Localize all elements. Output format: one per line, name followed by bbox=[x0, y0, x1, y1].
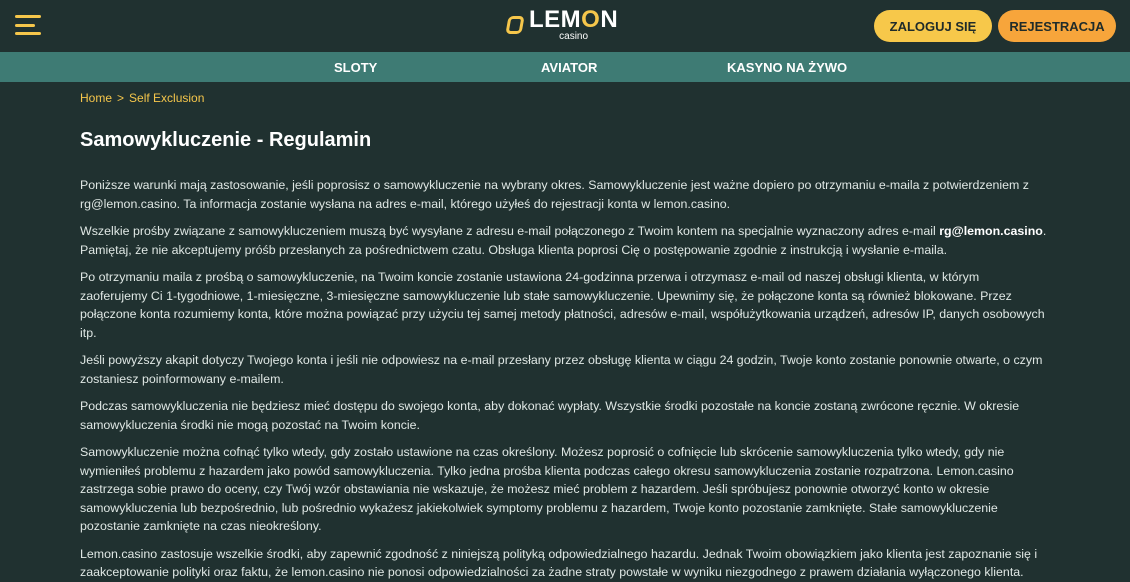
login-button[interactable]: ZALOGUJ SIĘ bbox=[874, 10, 992, 42]
paragraph-7: Lemon.casino zastosuje wszelkie środki, … bbox=[80, 546, 1038, 580]
nav-item-sloty[interactable]: SLOTY bbox=[334, 60, 377, 75]
lemon-casino-logo[interactable]: LEMON casino bbox=[505, 6, 619, 42]
logo-mark-icon bbox=[505, 16, 525, 34]
paragraph-6: Samowykluczenie można cofnąć tylko wtedy… bbox=[80, 445, 1014, 533]
main-content: Home > Self Exclusion Samowykluczenie - Re… bbox=[0, 91, 1130, 582]
breadcrumb-separator: > bbox=[117, 91, 125, 105]
logo-subtitle: casino bbox=[559, 31, 589, 42]
page-title: Samowykluczenie - Regulamin bbox=[80, 129, 372, 151]
hamburger-menu-icon[interactable] bbox=[15, 15, 41, 35]
nav-item-aviator[interactable]: AVIATOR bbox=[541, 60, 597, 75]
breadcrumb: Home > Self Exclusion bbox=[80, 91, 1050, 105]
main-nav: SLOTY AVIATOR KASYNO NA ŻYWO bbox=[0, 52, 1130, 82]
paragraph-2: Wszelkie prośby związane z samowykluczen… bbox=[80, 224, 1047, 257]
register-button[interactable]: REJESTRACJA bbox=[998, 10, 1116, 42]
breadcrumb-current-link[interactable]: Self Exclusion bbox=[129, 91, 204, 105]
email-link[interactable]: rg@lemon.casino bbox=[939, 224, 1043, 238]
paragraph-5: Podczas samowykluczenia nie będziesz mie… bbox=[80, 399, 1020, 432]
top-header: LEMON casino ZALOGUJ SIĘ REJESTRACJA bbox=[0, 0, 1130, 52]
nav-item-kasyno-na-zywo[interactable]: KASYNO NA ŻYWO bbox=[727, 60, 847, 75]
paragraph-4: Jeśli powyższy akapit dotyczy Twojego ko… bbox=[80, 353, 1043, 386]
breadcrumb-home-link[interactable]: Home bbox=[80, 91, 112, 105]
paragraph-1: Poniższe warunki mają zastosowanie, jeśl… bbox=[80, 178, 1029, 211]
terms-text: Poniższe warunki mają zastosowanie, jeśl… bbox=[80, 176, 1050, 582]
paragraph-3: Po otrzymaniu maila z prośbą o samowyklu… bbox=[80, 270, 1045, 340]
logo-wordmark: LEMON bbox=[529, 6, 619, 33]
